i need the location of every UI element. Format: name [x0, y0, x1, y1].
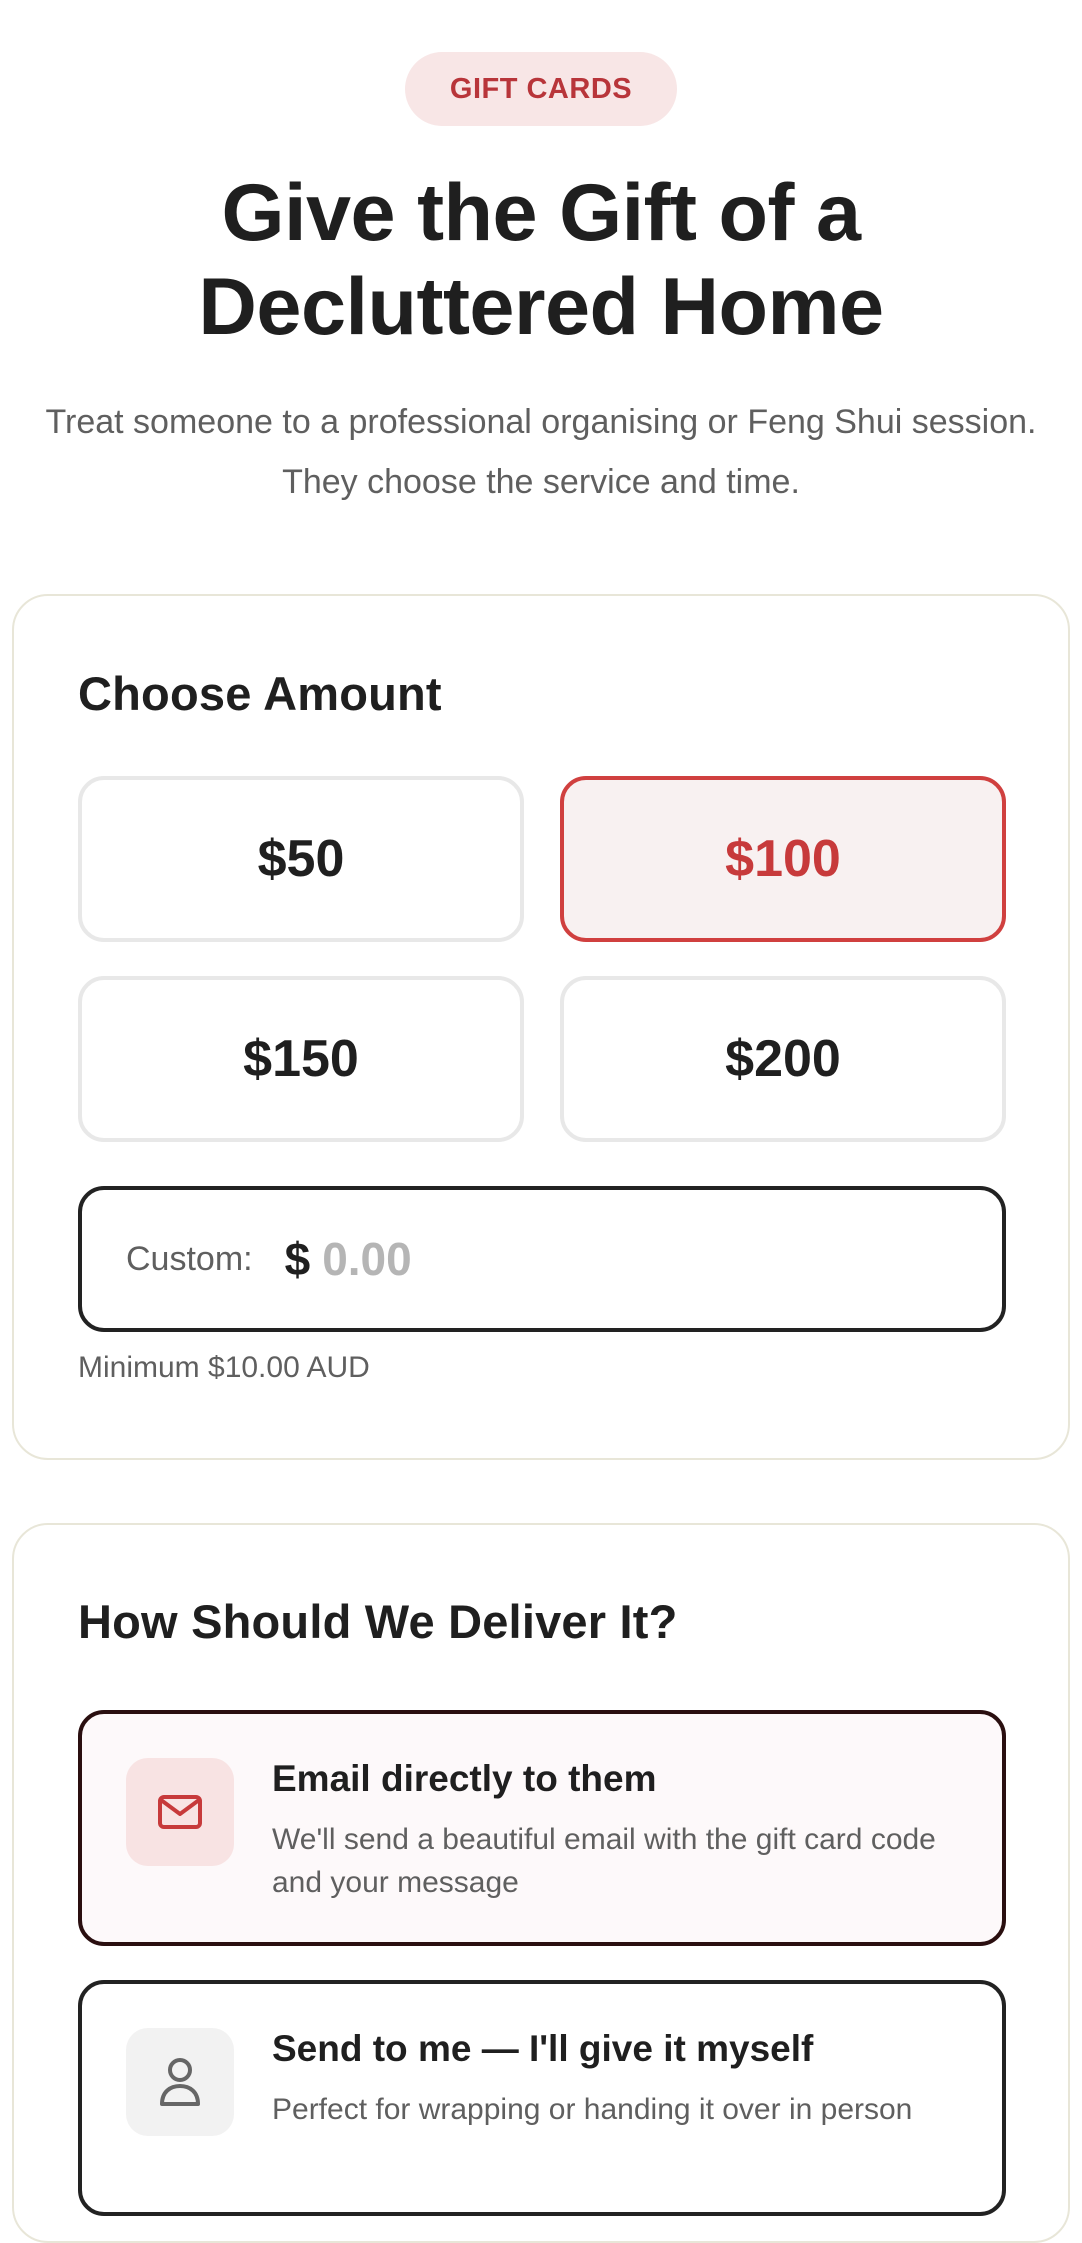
minimum-amount-hint: Minimum $10.00 AUD: [78, 1351, 370, 1384]
delivery-option-self[interactable]: Send to me — I'll give it myself Perfect…: [78, 1980, 1006, 2216]
choose-amount-title: Choose Amount: [78, 667, 442, 720]
mail-icon: [126, 1758, 234, 1866]
delivery-option-email-description: We'll send a beautiful email with the gi…: [272, 1823, 936, 1899]
amount-option-50[interactable]: $50: [78, 776, 524, 942]
custom-amount-label: Custom:: [126, 1239, 253, 1278]
delivery-option-self-description: Perfect for wrapping or handing it over …: [272, 2093, 913, 2126]
delivery-option-email[interactable]: Email directly to them We'll send a beau…: [78, 1710, 1006, 1946]
custom-amount-field[interactable]: Custom: $: [78, 1186, 1006, 1332]
delivery-option-email-title: Email directly to them: [272, 1758, 657, 1799]
amount-option-150[interactable]: $150: [78, 976, 524, 1142]
delivery-card: How Should We Deliver It? Email directly…: [12, 1523, 1070, 2243]
page-subtitle: Treat someone to a professional organisi…: [45, 403, 1037, 501]
delivery-option-self-title: Send to me — I'll give it myself: [272, 2028, 814, 2069]
gift-cards-badge: GIFT CARDS: [405, 52, 677, 126]
choose-amount-card: Choose Amount $50 $100 $150 $200 Custom:…: [12, 594, 1070, 1460]
amount-option-100[interactable]: $100: [560, 776, 1006, 942]
currency-symbol: $: [284, 1233, 311, 1285]
custom-amount-input[interactable]: [320, 1231, 925, 1287]
user-icon: [126, 2028, 234, 2136]
page-title: Give the Gift of a Decluttered Home: [198, 168, 884, 352]
delivery-title: How Should We Deliver It?: [78, 1595, 678, 1648]
amount-option-200[interactable]: $200: [560, 976, 1006, 1142]
